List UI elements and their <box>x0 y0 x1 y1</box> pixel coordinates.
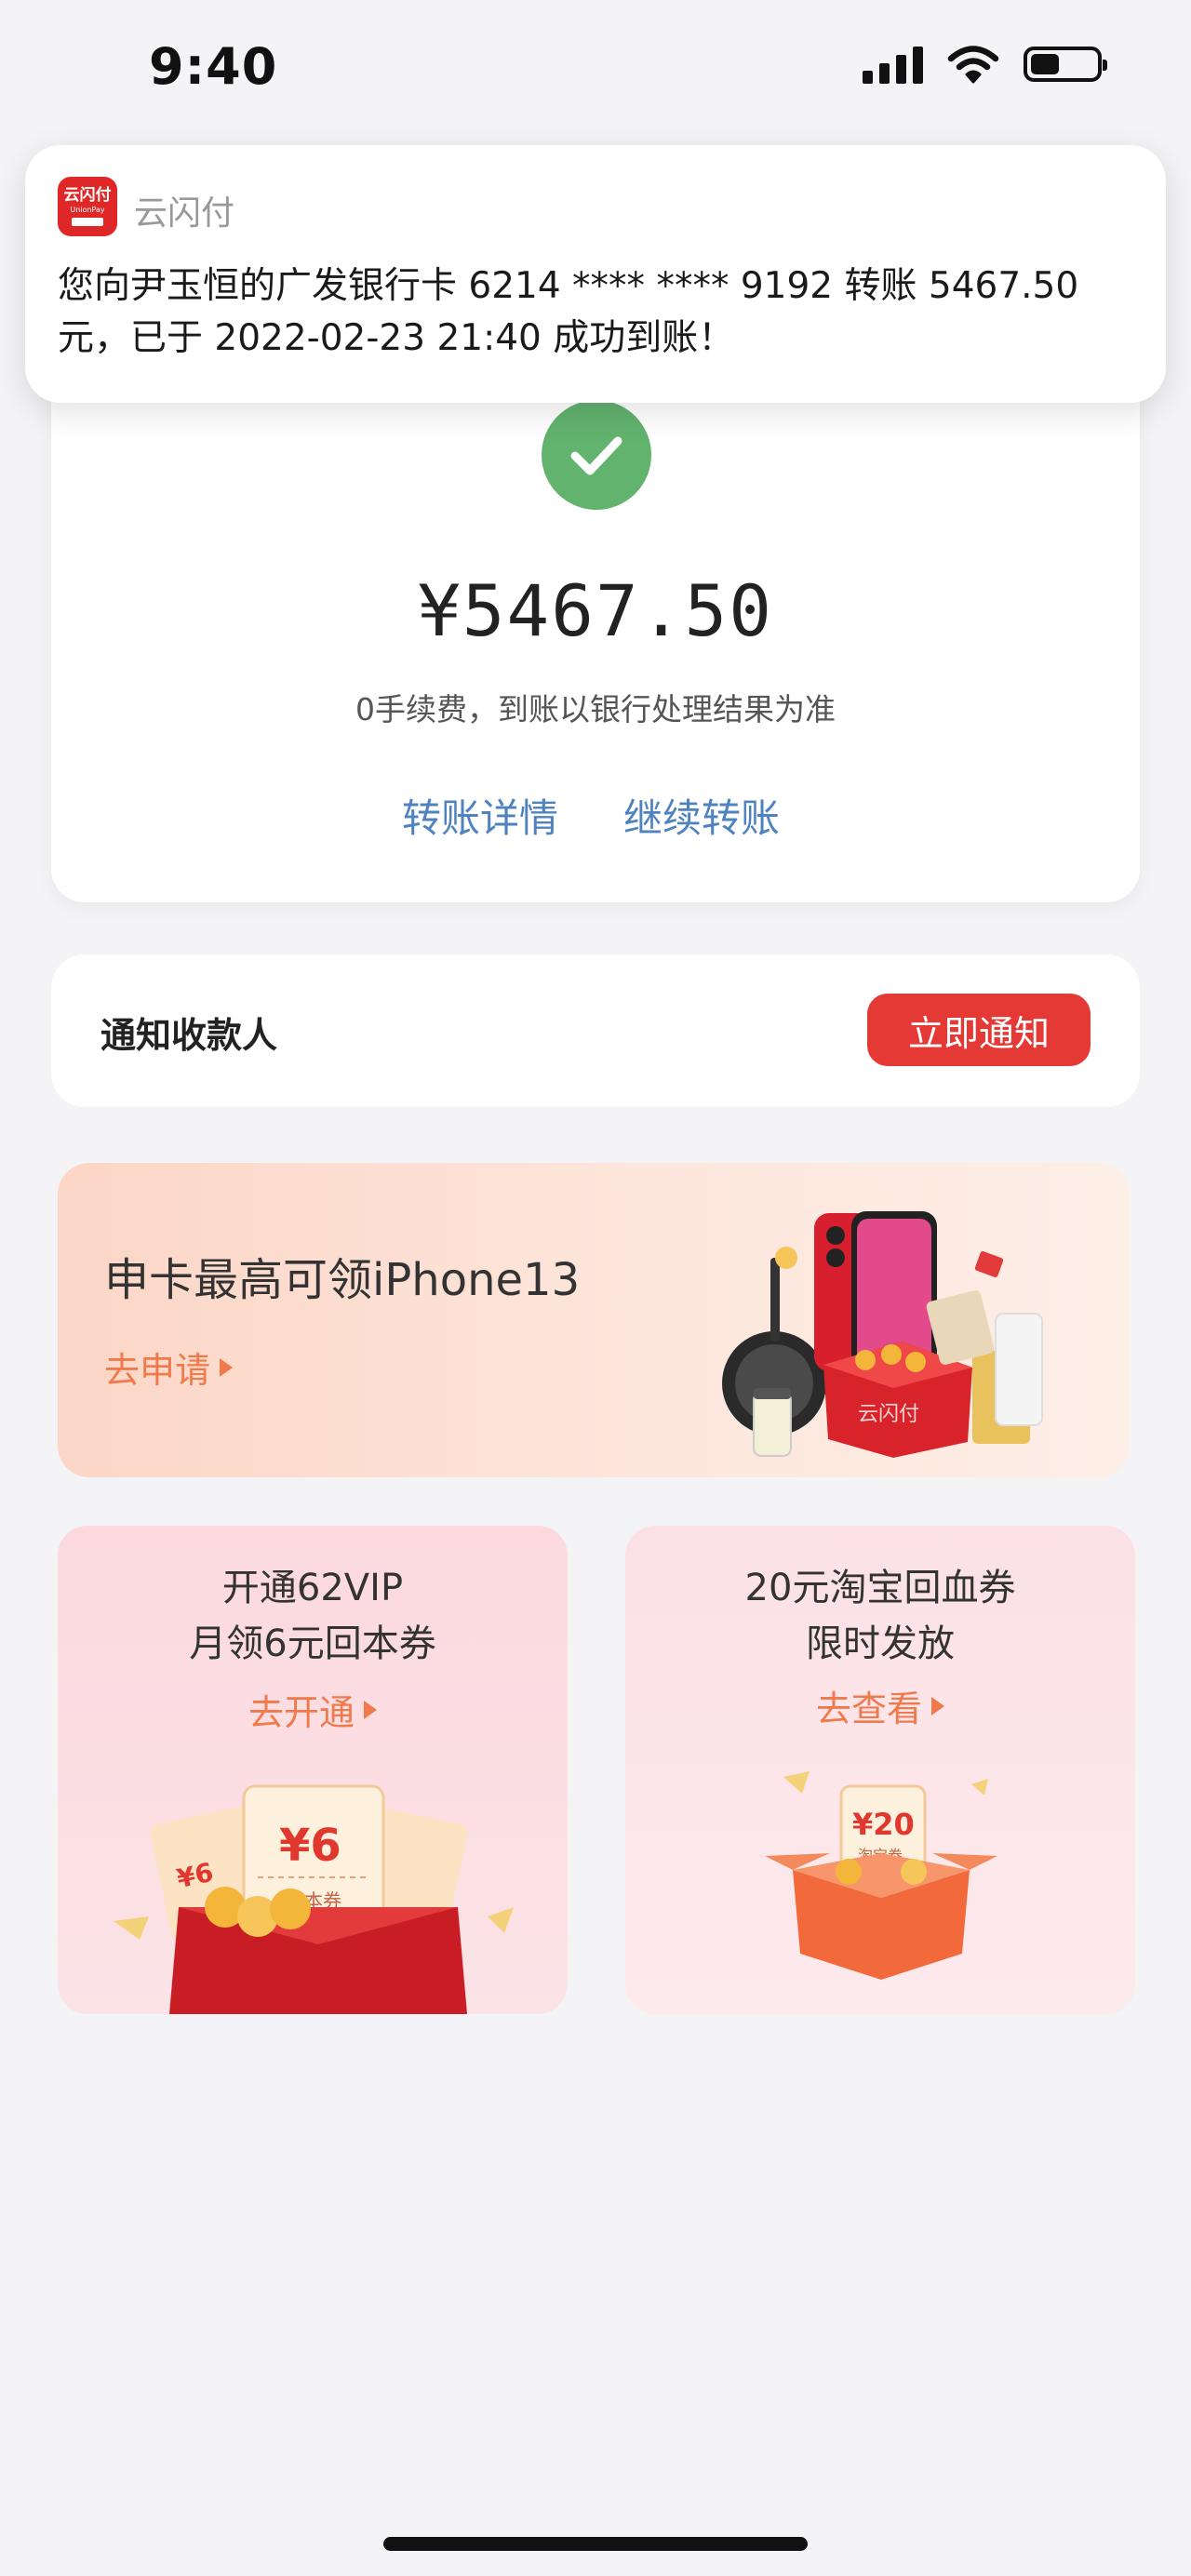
coin-icon <box>270 1889 311 1929</box>
home-indicator[interactable] <box>383 2537 808 2551</box>
gift-box-label: 云闪付 <box>858 1403 919 1426</box>
fee-note: 0手续费，到账以银行处理结果为准 <box>355 691 836 727</box>
card-icon <box>72 217 103 226</box>
arrow-right-icon <box>364 1700 377 1719</box>
view-coupon-link[interactable]: 去查看 <box>625 1680 1135 1731</box>
taobao-card-line2: 限时发放 <box>806 1622 955 1665</box>
success-check-icon <box>542 400 651 510</box>
arrow-right-icon <box>931 1696 944 1715</box>
coupon-value: ¥6 <box>279 1820 341 1872</box>
status-time: 9:40 <box>149 37 278 96</box>
open-vip-link[interactable]: 去开通 <box>58 1684 568 1735</box>
thermos-icon <box>753 1388 792 1457</box>
continue-transfer-link[interactable]: 继续转账 <box>623 787 780 844</box>
coin-icon <box>836 1859 862 1885</box>
status-icons <box>863 45 1107 84</box>
taobao-card-line1: 20元淘宝回血券 <box>744 1567 1016 1609</box>
promo-title: 申卡最高可领iPhone13 <box>104 1254 581 1306</box>
confetti-icon <box>971 1779 988 1795</box>
view-coupon-label: 去查看 <box>815 1688 922 1729</box>
app-icon-sub: UnionPay <box>70 205 105 214</box>
transfer-detail-link[interactable]: 转账详情 <box>402 787 558 844</box>
vip-card[interactable]: 开通62VIP 月领6元回本券 去开通 ¥6 回本券 ¥6 <box>58 1526 568 2014</box>
confetti-icon <box>488 1907 514 1933</box>
arrow-right-icon <box>220 1357 234 1377</box>
transfer-amount: ¥5467.50 <box>417 569 774 652</box>
apply-link[interactable]: 去申请 <box>104 1341 234 1393</box>
battery-icon <box>1024 47 1107 82</box>
vip-card-line2: 月领6元回本券 <box>189 1622 436 1665</box>
coin-icon <box>775 1247 797 1269</box>
notification-message: 您向尹玉恒的广发银行卡 6214 **** **** 9192 转账 5467.… <box>58 265 1079 359</box>
battery-level <box>1031 54 1059 74</box>
notify-payee-label: 通知收款人 <box>100 1015 278 1056</box>
red-packet-icon <box>974 1251 1004 1277</box>
coupon-value: ¥20 <box>852 1807 915 1842</box>
open-vip-label: 去开通 <box>248 1692 355 1733</box>
promo-illustration: 云闪付 <box>722 1211 1043 1458</box>
vip-coupon-illustration: ¥6 回本券 ¥6 <box>114 1784 514 2014</box>
taobao-coupon-illustration: ¥20 淘宝券 <box>765 1771 997 1980</box>
vip-card-line1: 开通62VIP <box>221 1567 404 1609</box>
taobao-coupon-card[interactable]: 20元淘宝回血券 限时发放 去查看 ¥20 淘宝券 <box>625 1526 1135 2014</box>
notify-now-button[interactable]: 立即通知 <box>867 994 1091 1066</box>
app-icon: 云闪付 UnionPay <box>58 177 117 236</box>
app-icon-text: 云闪付 <box>63 185 112 205</box>
apply-link-label: 去申请 <box>104 1350 211 1391</box>
cellular-signal-icon <box>863 45 923 84</box>
open-box-icon <box>765 1853 997 1980</box>
coin-icon <box>901 1859 927 1885</box>
notification-app-name: 云闪付 <box>134 194 235 233</box>
confetti-icon <box>114 1916 149 1940</box>
wifi-icon <box>947 46 999 84</box>
confetti-icon <box>783 1771 810 1794</box>
